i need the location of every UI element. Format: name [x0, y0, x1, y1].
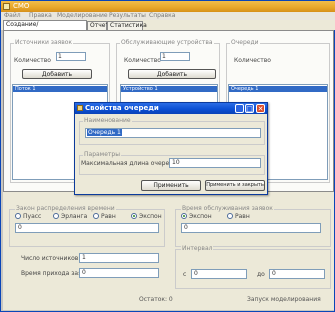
dialog-title: Свойства очереди — [85, 104, 159, 112]
radio-service-exponential-label: Экспон — [189, 213, 212, 220]
radio-uniform-label: Равн — [101, 213, 116, 220]
devices-count-field[interactable]: 1 — [160, 52, 190, 61]
menu-results[interactable]: Результаты — [109, 12, 146, 20]
queues-count-label: Количество — [234, 57, 271, 64]
params-group-label: Параметры — [83, 151, 121, 158]
menu-help[interactable]: Справка — [149, 12, 175, 20]
service-group-label: Время обслуживания заявок — [181, 205, 274, 212]
radio-uniform[interactable] — [93, 213, 99, 219]
add-device-button[interactable]: Добавить — [128, 69, 216, 79]
devices-group-label: Обслуживающие устройства — [120, 39, 214, 46]
interval-to-label: до — [257, 271, 265, 278]
minimize-icon[interactable]: _ — [235, 104, 244, 113]
radio-exponential[interactable] — [131, 213, 137, 219]
sources-count-label: Количество — [14, 57, 51, 64]
add-source-button[interactable]: Добавить — [22, 69, 92, 79]
radio-poisson-label: Пуасс — [23, 213, 42, 220]
status-remaining: Остаток: 0 — [139, 296, 173, 303]
source-count-label: Число источников — [21, 255, 79, 262]
radio-service-uniform-label: Равн — [235, 213, 250, 220]
distribution-group-label: Закон распределения времени — [15, 205, 116, 212]
queue-properties-dialog: Свойства очереди _ □ ✕ Наименование Очер… — [74, 102, 268, 195]
sources-group-label: Источники заявок — [14, 39, 74, 46]
radio-exponential-label: Экспон — [139, 213, 162, 220]
sources-count-field[interactable]: 1 — [56, 52, 86, 61]
tab-report[interactable]: Отчет — [87, 21, 109, 30]
name-group-label: Наименование — [83, 117, 132, 124]
window-title: СМО — [13, 2, 30, 10]
radio-service-uniform[interactable] — [227, 213, 233, 219]
menu-edit[interactable]: Правка — [29, 12, 52, 20]
radio-poisson[interactable] — [15, 213, 21, 219]
status-run[interactable]: Запуск моделирования — [247, 296, 321, 303]
maximize-icon[interactable]: □ — [245, 104, 254, 113]
tab-strip: Создание/редактирование модели Отчет Ста… — [1, 20, 335, 44]
list-item[interactable]: Очередь 1 — [229, 86, 327, 92]
menu-file[interactable]: Файл — [4, 12, 21, 20]
menu-bar: Файл Правка Моделирование Результаты Спр… — [1, 12, 335, 20]
queue-name-value: Очередь 1 — [87, 129, 122, 136]
dialog-title-bar: Свойства очереди _ □ ✕ — [75, 103, 267, 114]
capacity-label: Максимальная длина очереди — [81, 160, 178, 167]
source-count-field[interactable]: 1 — [79, 253, 159, 263]
apply-close-button[interactable]: Применить и закрыть — [205, 180, 265, 191]
app-window: СМО Файл Правка Моделирование Результаты… — [0, 0, 335, 312]
list-item[interactable]: Поток 1 — [13, 86, 107, 92]
title-bar: СМО — [1, 1, 335, 12]
service-param-field[interactable]: 0 — [181, 223, 321, 233]
radio-service-exponential[interactable] — [181, 213, 187, 219]
distribution-param-field[interactable]: 0 — [15, 223, 159, 233]
tab-model[interactable]: Создание/редактирование модели — [3, 20, 87, 44]
radio-erlang-label: Эрланга — [61, 213, 88, 220]
interval-from-field[interactable]: 0 — [191, 269, 247, 279]
menu-model[interactable]: Моделирование — [57, 12, 108, 20]
capacity-field[interactable]: 10 — [169, 158, 261, 168]
interval-from-label: с — [183, 271, 187, 278]
app-icon — [3, 3, 10, 10]
tab-stats[interactable]: Статистика — [107, 21, 147, 30]
interval-group-label: Интервал — [181, 245, 214, 252]
close-icon[interactable]: ✕ — [256, 104, 265, 113]
interval-to-field[interactable]: 0 — [269, 269, 325, 279]
queues-group-label: Очереди — [230, 39, 260, 46]
queue-name-field[interactable]: Очередь 1 — [85, 128, 261, 138]
list-item[interactable]: Устройство 1 — [121, 86, 217, 92]
arrival-time-field[interactable]: 0 — [79, 268, 159, 278]
apply-button[interactable]: Применить — [141, 180, 201, 191]
devices-count-label: Количество — [124, 57, 161, 64]
radio-erlang[interactable] — [53, 213, 59, 219]
dialog-icon — [77, 105, 83, 111]
parameters-area: Закон распределения времени Пуасс Эрланг… — [3, 192, 334, 310]
